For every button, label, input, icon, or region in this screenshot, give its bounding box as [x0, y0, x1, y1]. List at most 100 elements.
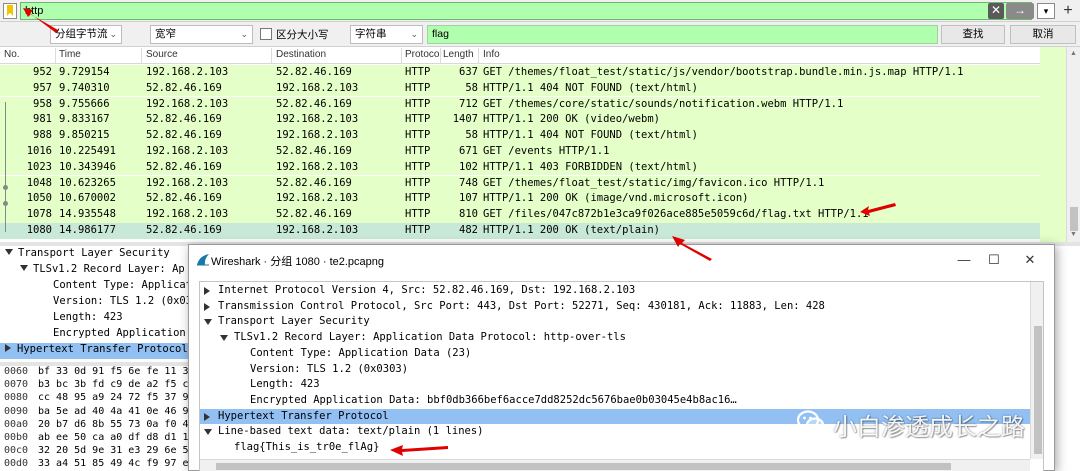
hex-bytes: 20 b7 d6 8b 55 73 0a f0 4: [38, 418, 189, 430]
scrollbar-thumb[interactable]: [216, 463, 951, 470]
expand-down-icon: [20, 265, 28, 271]
packet-list: No. Time Source Destination Protocol Len…: [0, 47, 1080, 242]
hex-bytes: ab ee 50 ca a0 df d8 d1 1: [38, 432, 189, 443]
hex-dump-row[interactable]: 0060 bf 33 0d 91 f5 6e fe 11 3: [4, 366, 189, 379]
packet-cell-dst: 52.82.46.169: [276, 66, 352, 78]
tree-item-label: Length: 423: [53, 311, 123, 323]
column-header-time[interactable]: Time: [59, 49, 81, 60]
tree-item[interactable]: Transmission Control Protocol, Src Port:…: [200, 299, 1030, 315]
column-divider[interactable]: [401, 48, 402, 63]
search-type-select[interactable]: 字符串 ⌄: [350, 25, 423, 44]
tree-item[interactable]: TLSv1.2 Record Layer: Ap: [0, 263, 190, 279]
packet-row-selected[interactable]: 1080 14.986177 52.82.46.169 192.168.2.103 HT…: [0, 223, 1040, 239]
horizontal-scrollbar[interactable]: [200, 459, 1030, 471]
packet-row[interactable]: 952 9.729154 192.168.2.103 52.82.46.169 HTTP…: [0, 65, 1040, 81]
cancel-button[interactable]: 取消: [1010, 25, 1076, 44]
packet-row[interactable]: 988 9.850215 52.82.46.169 192.168.2.103 HTTP…: [0, 128, 1040, 144]
filter-bookmark-icon[interactable]: [3, 3, 17, 19]
tree-item[interactable]: Version: TLS 1.2 (0x0303): [200, 362, 1030, 378]
apply-filter-icon[interactable]: →: [1006, 3, 1034, 19]
packet-cell-time: 9.833167: [59, 113, 110, 126]
expand-right-icon[interactable]: [204, 412, 210, 421]
hex-bytes: ba 5e ad 40 4a 41 0e 46 9: [38, 405, 189, 417]
window-titlebar[interactable]: Wireshark · 分组 1080 · te2.pcapng — ☐ ✕: [189, 245, 1054, 275]
expand-down-icon[interactable]: [204, 319, 212, 326]
column-divider[interactable]: [271, 48, 272, 63]
display-filter-toolbar: http ✕ → ▾ +: [0, 0, 1080, 22]
packet-row[interactable]: 981 9.833167 52.82.46.169 192.168.2.103 HTTP…: [0, 112, 1040, 129]
hex-dump-row[interactable]: 00d0 33 a4 51 85 49 4c f9 97 e: [4, 458, 189, 471]
column-header-protocol[interactable]: Protocol: [405, 49, 442, 60]
column-divider[interactable]: [478, 48, 479, 63]
hex-dump-row[interactable]: 0080 cc 48 95 a9 24 72 f5 37 9: [4, 392, 189, 405]
hex-dump-row[interactable]: 00b0 ab ee 50 ca a0 df d8 d1 1: [4, 432, 189, 445]
hex-dump-row[interactable]: 0070 b3 bc 3b fd c9 de a2 f5 c: [4, 379, 189, 392]
tree-item-selected[interactable]: Hypertext Transfer Protocol: [0, 343, 190, 359]
packet-cell-src: 52.82.46.169: [146, 192, 222, 205]
packet-cell-len: 482: [459, 224, 478, 236]
case-sensitive-checkbox[interactable]: [260, 28, 272, 40]
tree-item[interactable]: TLSv1.2 Record Layer: Application Data P…: [200, 330, 1030, 346]
minimize-icon[interactable]: —: [949, 250, 979, 270]
add-filter-button-icon[interactable]: +: [1060, 2, 1076, 20]
packet-cell-time: 9.740310: [59, 81, 110, 94]
scrollbar-thumb[interactable]: [1070, 207, 1078, 231]
column-header-length[interactable]: Length: [443, 49, 474, 60]
column-header-no[interactable]: No.: [4, 49, 20, 60]
packet-row[interactable]: 1023 10.343946 52.82.46.169 192.168.2.103 HT…: [0, 159, 1040, 176]
column-divider[interactable]: [440, 48, 441, 63]
tree-item[interactable]: Length: 423: [0, 311, 190, 327]
packet-cell-dst: 52.82.46.169: [276, 97, 352, 110]
display-filter-input[interactable]: http: [20, 2, 1032, 20]
packet-row[interactable]: 958 9.755666 192.168.2.103 52.82.46.169 HTTP…: [0, 96, 1040, 113]
packet-row[interactable]: 1078 14.935548 192.168.2.103 52.82.46.169 HT…: [0, 207, 1040, 223]
column-divider[interactable]: [55, 48, 56, 63]
hex-dump-row[interactable]: 0090 ba 5e ad 40 4a 41 0e 46 9: [4, 406, 189, 419]
char-width-select[interactable]: 宽窄 ⌄: [150, 25, 253, 44]
tree-item[interactable]: Content Type: Application Data (23): [200, 346, 1030, 362]
expand-down-icon[interactable]: [204, 429, 212, 436]
packet-list-scrollbar[interactable]: ▲ ▼: [1066, 47, 1080, 242]
scroll-up-icon[interactable]: ▲: [1070, 50, 1077, 57]
tree-item[interactable]: Content Type: Applicat: [0, 279, 190, 295]
hex-dump-row[interactable]: 00c0 32 20 5d 9e 31 e3 29 6e 5: [4, 445, 189, 458]
packet-row[interactable]: 1048 10.623265 192.168.2.103 52.82.46.169 HT…: [0, 175, 1040, 192]
packet-cell-len: 102: [459, 160, 478, 173]
find-button[interactable]: 查找: [941, 25, 1005, 44]
packet-cell-proto: HTTP: [405, 97, 431, 110]
packet-row[interactable]: 1016 10.225491 192.168.2.103 52.82.46.169 HT…: [0, 144, 1040, 160]
packet-cell-src: 192.168.2.103: [146, 66, 229, 78]
hex-dump-row[interactable]: 00a0 20 b7 d6 8b 55 73 0a f0 4: [4, 419, 189, 432]
clear-filter-icon[interactable]: ✕: [988, 3, 1004, 19]
expand-down-icon[interactable]: [220, 335, 228, 342]
tree-item[interactable]: Length: 423: [200, 377, 1030, 393]
filter-history-dropdown[interactable]: ▾: [1037, 3, 1055, 19]
packet-row[interactable]: 1050 10.670002 52.82.46.169 192.168.2.103 HT…: [0, 191, 1040, 208]
maximize-icon[interactable]: ☐: [979, 250, 1009, 270]
expand-right-icon[interactable]: [204, 287, 210, 295]
column-header-source[interactable]: Source: [146, 49, 178, 60]
tree-item[interactable]: Version: TLS 1.2 (0x03: [0, 295, 190, 311]
tree-item[interactable]: Transport Layer Security: [0, 247, 190, 263]
scroll-down-icon[interactable]: ▼: [1070, 231, 1077, 238]
packet-cell-dst: 192.168.2.103: [276, 81, 359, 94]
hex-bytes: 33 a4 51 85 49 4c f9 97 e: [38, 458, 189, 470]
search-pane-select[interactable]: 分组字节流 ⌄: [50, 25, 122, 44]
column-header-destination[interactable]: Destination: [276, 49, 326, 60]
column-header-info[interactable]: Info: [483, 49, 500, 60]
packet-cell-dst: 192.168.2.103: [276, 224, 359, 236]
packet-cell-no: 957: [33, 81, 52, 94]
expand-right-icon[interactable]: [204, 302, 210, 311]
close-icon[interactable]: ✕: [1015, 250, 1045, 270]
packet-list-header: No. Time Source Destination Protocol Len…: [0, 47, 1066, 64]
packet-cell-info: GET /files/047c872b1e3ca9f026ace885e5059…: [483, 208, 869, 221]
search-string-input[interactable]: flag: [427, 25, 938, 44]
packet-row[interactable]: 957 9.740310 52.82.46.169 192.168.2.103 HTTP…: [0, 80, 1040, 97]
search-pane-select-value: 分组字节流: [55, 28, 108, 40]
column-divider[interactable]: [141, 48, 142, 63]
tree-item[interactable]: Transport Layer Security: [200, 314, 1030, 330]
tree-item[interactable]: Internet Protocol Version 4, Src: 52.82.…: [200, 283, 1030, 299]
tree-item[interactable]: Encrypted Application: [0, 327, 190, 343]
hex-offset: 0060: [4, 366, 29, 377]
tree-item[interactable]: flag{This_is_tr0e_flAg}: [200, 440, 1030, 456]
